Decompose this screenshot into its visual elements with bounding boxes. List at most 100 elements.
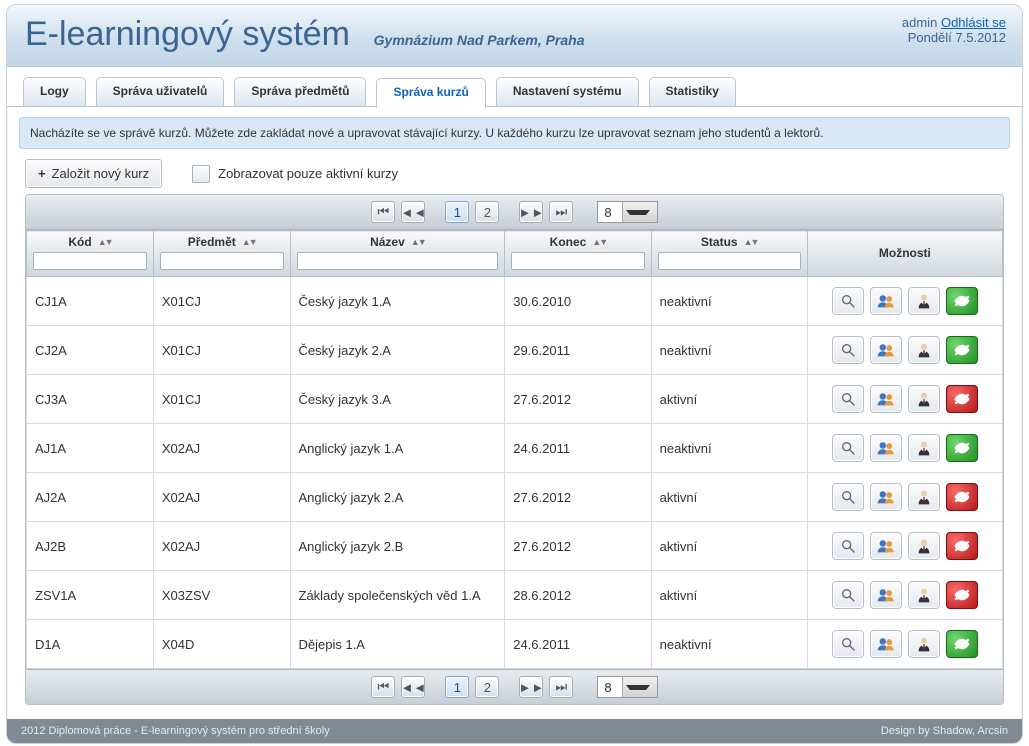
pager-first[interactable]: ⏮ [371, 201, 395, 223]
lecturers-button[interactable] [908, 581, 940, 609]
toggle-active-button[interactable] [946, 483, 978, 511]
pager-last[interactable]: ⏭ [549, 676, 573, 698]
view-button[interactable] [832, 532, 864, 560]
filter-code-input[interactable] [33, 252, 147, 270]
students-button[interactable] [870, 434, 902, 462]
lecturers-button[interactable] [908, 434, 940, 462]
filter-status-input[interactable] [658, 252, 801, 270]
cell-code: CJ2A [27, 326, 154, 375]
view-button[interactable] [832, 630, 864, 658]
prev-icon: ◄◄ [401, 680, 427, 695]
toggle-active-button[interactable] [946, 287, 978, 315]
col-status-label: Status [701, 235, 738, 249]
col-code-header[interactable]: Kód▲▼ [27, 231, 154, 277]
new-course-button[interactable]: + Založit nový kurz [25, 159, 162, 188]
search-icon [840, 391, 856, 407]
toggle-active-button[interactable] [946, 532, 978, 560]
filter-end-input[interactable] [511, 252, 644, 270]
page-size-select[interactable]: 8 [597, 676, 657, 698]
pager-page-2[interactable]: 2 [475, 201, 499, 223]
cell-code: CJ1A [27, 277, 154, 326]
pager-prev[interactable]: ◄◄ [401, 201, 425, 223]
cell-end: 27.6.2012 [505, 522, 651, 571]
students-button[interactable] [870, 385, 902, 413]
students-button[interactable] [870, 483, 902, 511]
col-status-header[interactable]: Status▲▼ [651, 231, 807, 277]
page-size-value: 8 [598, 205, 621, 220]
lecturers-button[interactable] [908, 336, 940, 364]
lecturers-button[interactable] [908, 630, 940, 658]
footer-right: Design by Shadow, Arcsin [881, 725, 1008, 737]
toggle-active-button[interactable] [946, 581, 978, 609]
view-button[interactable] [832, 434, 864, 462]
pager-first[interactable]: ⏮ [371, 676, 395, 698]
view-button[interactable] [832, 483, 864, 511]
only-active-checkbox[interactable]: Zobrazovat pouze aktivní kurzy [192, 165, 398, 183]
header: E-learningový systém Gymnázium Nad Parke… [7, 5, 1022, 67]
lecturers-button[interactable] [908, 287, 940, 315]
lecturers-button[interactable] [908, 385, 940, 413]
cell-status: neaktivní [651, 620, 807, 669]
users-icon [877, 636, 895, 652]
eye-icon [953, 393, 971, 405]
tab-5[interactable]: Statistiky [649, 77, 736, 107]
view-button[interactable] [832, 581, 864, 609]
toggle-active-button[interactable] [946, 336, 978, 364]
lecturers-button[interactable] [908, 483, 940, 511]
pager-next[interactable]: ►► [519, 676, 543, 698]
cell-name: Základy společenských věd 1.A [290, 571, 505, 620]
cell-end: 27.6.2012 [505, 375, 651, 424]
pager-page-1[interactable]: 1 [445, 676, 469, 698]
col-name-header[interactable]: Název▲▼ [290, 231, 505, 277]
col-code-label: Kód [68, 235, 91, 249]
students-button[interactable] [870, 336, 902, 364]
col-subject-header[interactable]: Předmět▲▼ [153, 231, 290, 277]
cell-end: 24.6.2011 [505, 620, 651, 669]
view-button[interactable] [832, 336, 864, 364]
tab-4[interactable]: Nastavení systému [496, 77, 639, 107]
cell-actions [807, 522, 1002, 571]
tab-0[interactable]: Logy [23, 77, 86, 107]
toggle-active-button[interactable] [946, 630, 978, 658]
students-button[interactable] [870, 287, 902, 315]
sort-icon: ▲▼ [592, 237, 606, 247]
pager-page-1[interactable]: 1 [445, 201, 469, 223]
page-size-select[interactable]: 8 [597, 201, 657, 223]
cell-name: Anglický jazyk 2.A [290, 473, 505, 522]
footer: 2012 Diplomová práce - E-learningový sys… [7, 719, 1022, 743]
tab-1[interactable]: Správa uživatelů [96, 77, 225, 107]
users-icon [877, 391, 895, 407]
lecturer-icon [916, 489, 932, 505]
view-button[interactable] [832, 287, 864, 315]
students-button[interactable] [870, 532, 902, 560]
pager-last[interactable]: ⏭ [549, 201, 573, 223]
cell-name: Anglický jazyk 1.A [290, 424, 505, 473]
toggle-active-button[interactable] [946, 434, 978, 462]
cell-actions [807, 473, 1002, 522]
table-row: AJ2BX02AJAnglický jazyk 2.B27.6.2012akti… [27, 522, 1003, 571]
search-icon [840, 293, 856, 309]
filter-subject-input[interactable] [160, 252, 284, 270]
toggle-active-button[interactable] [946, 385, 978, 413]
cell-subject: X02AJ [153, 473, 290, 522]
pager-next[interactable]: ►► [519, 201, 543, 223]
col-end-header[interactable]: Konec▲▼ [505, 231, 651, 277]
filter-name-input[interactable] [297, 252, 499, 270]
cell-subject: X01CJ [153, 277, 290, 326]
pager-page-2[interactable]: 2 [475, 676, 499, 698]
students-button[interactable] [870, 581, 902, 609]
lecturer-icon [916, 587, 932, 603]
lecturers-button[interactable] [908, 532, 940, 560]
tab-2[interactable]: Správa předmětů [234, 77, 366, 107]
logout-link[interactable]: Odhlásit se [941, 15, 1006, 30]
view-button[interactable] [832, 385, 864, 413]
col-actions-header: Možnosti [807, 231, 1002, 277]
cell-name: Dějepis 1.A [290, 620, 505, 669]
pager-prev[interactable]: ◄◄ [401, 676, 425, 698]
tab-3[interactable]: Správa kurzů [376, 78, 485, 109]
cell-actions [807, 620, 1002, 669]
dropdown-icon [622, 202, 657, 222]
students-button[interactable] [870, 630, 902, 658]
search-icon [840, 587, 856, 603]
cell-name: Anglický jazyk 2.B [290, 522, 505, 571]
